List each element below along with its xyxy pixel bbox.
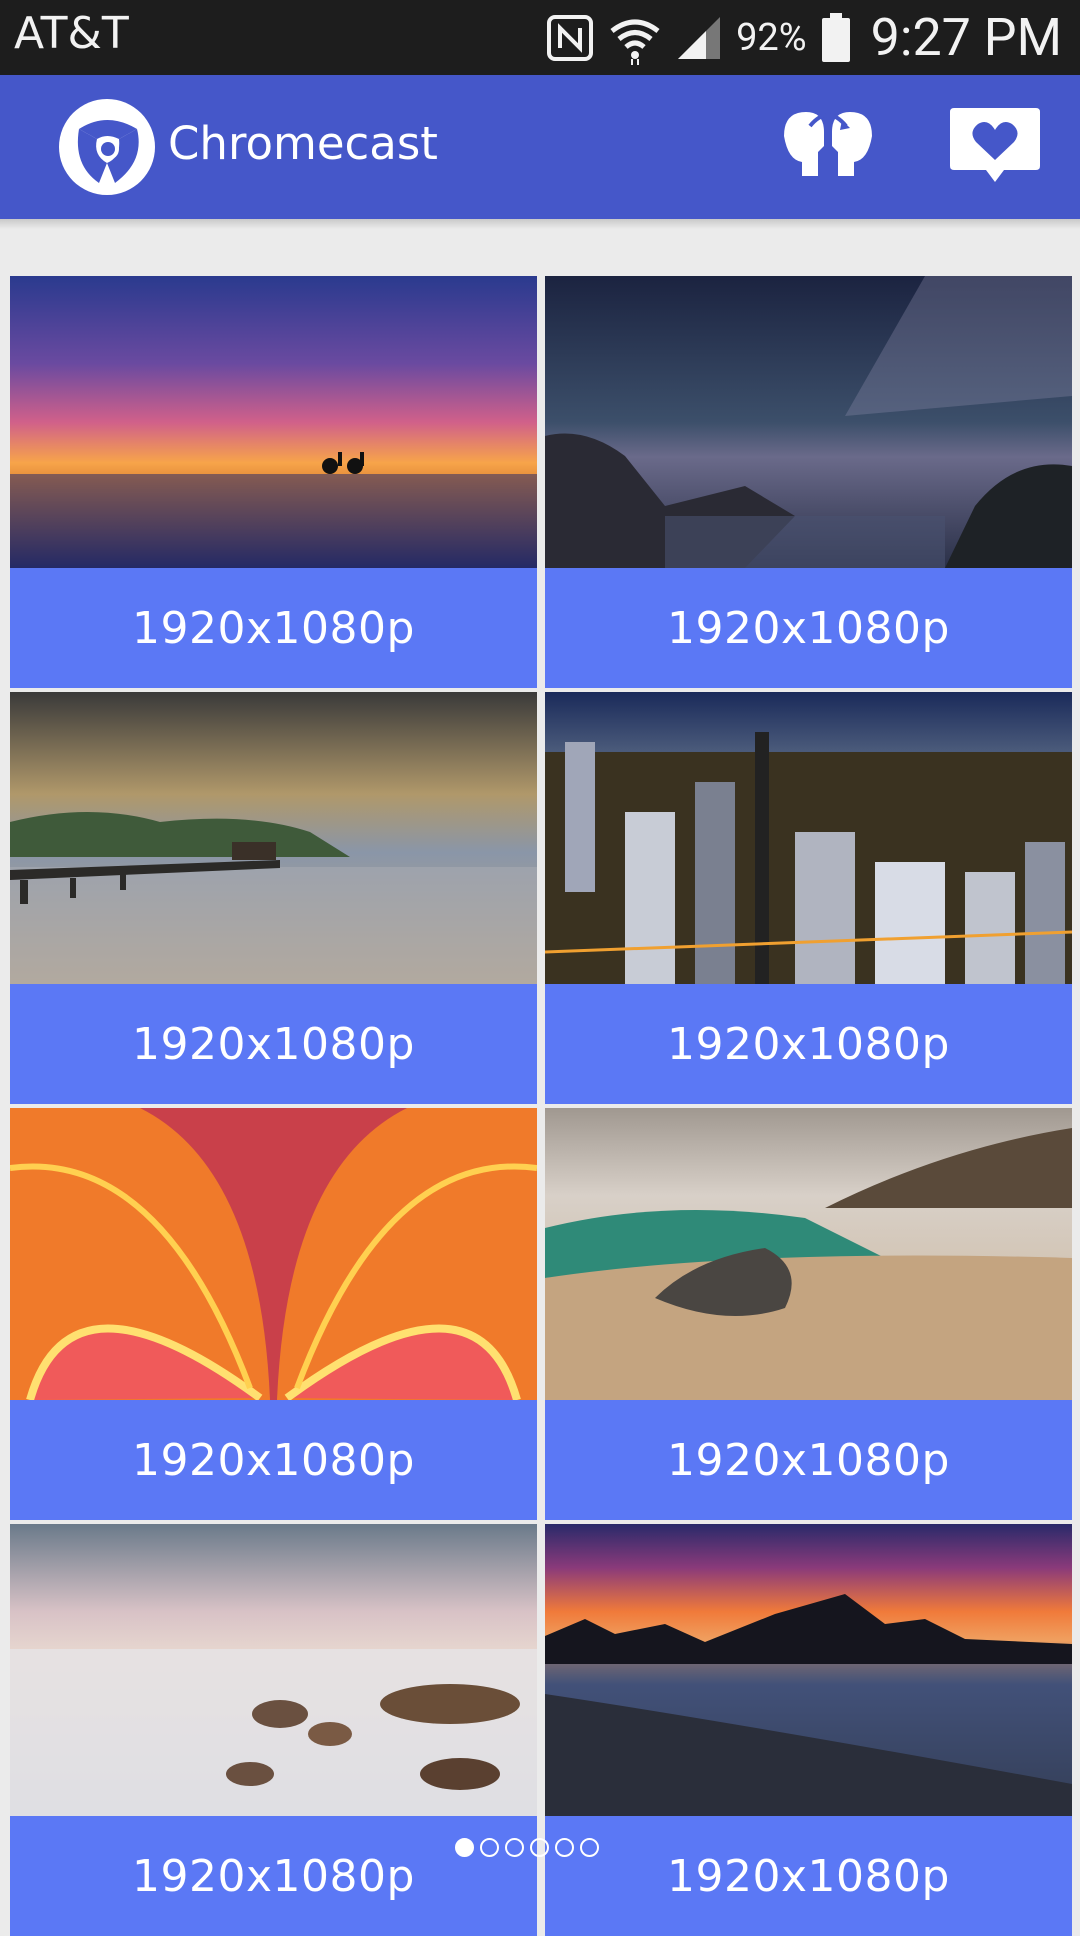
page-dot[interactable] xyxy=(555,1838,574,1857)
wallpaper-thumbnail xyxy=(10,1524,537,1816)
wallpaper-card[interactable]: 1920x1080p xyxy=(10,692,537,1104)
wallpaper-card[interactable]: 1920x1080p xyxy=(545,276,1072,688)
resolution-label: 1920x1080p xyxy=(132,1850,415,1902)
page-dot[interactable] xyxy=(480,1838,499,1857)
wallpaper-card[interactable]: 1920x1080p xyxy=(545,1108,1072,1520)
battery-percent: 92% xyxy=(736,15,807,60)
wallpaper-thumbnail xyxy=(10,276,537,568)
resolution-label: 1920x1080p xyxy=(132,602,415,654)
battery-icon xyxy=(821,12,850,62)
page-dot[interactable] xyxy=(455,1838,474,1857)
wifi-icon xyxy=(610,19,660,65)
chromecast-logo-icon xyxy=(59,99,155,195)
wallpaper-card[interactable]: 1920x1080p xyxy=(545,692,1072,1104)
wallpaper-thumbnail xyxy=(545,1524,1072,1816)
resolution-label: 1920x1080p xyxy=(667,1018,950,1070)
app-bar-shadow xyxy=(0,219,1080,229)
status-bar: AT&T 92% 9:27 PM xyxy=(0,0,1080,75)
resolution-label: 1920x1080p xyxy=(667,1850,950,1902)
wallpaper-thumbnail xyxy=(545,692,1072,984)
favorites-button[interactable] xyxy=(945,101,1045,191)
page-dot[interactable] xyxy=(530,1838,549,1857)
cell-signal-icon xyxy=(678,16,721,59)
app-title: Chromecast xyxy=(168,117,438,170)
page-indicator xyxy=(455,1838,599,1857)
page-dot[interactable] xyxy=(580,1838,599,1857)
clock: 9:27 PM xyxy=(870,7,1062,68)
nfc-icon xyxy=(547,14,594,61)
wallpaper-card[interactable]: 1920x1080p xyxy=(545,1524,1072,1936)
wallpaper-thumbnail xyxy=(545,276,1072,568)
resolution-label: 1920x1080p xyxy=(132,1018,415,1070)
wallpaper-thumbnail xyxy=(10,692,537,984)
heart-message-icon xyxy=(950,108,1040,182)
wallpaper-card[interactable]: 1920x1080p xyxy=(10,276,537,688)
wallpaper-thumbnail xyxy=(545,1108,1072,1400)
page-dot[interactable] xyxy=(505,1838,524,1857)
resolution-label: 1920x1080p xyxy=(667,602,950,654)
face-swap-icon xyxy=(784,112,872,176)
face-swap-button[interactable] xyxy=(778,101,878,191)
wallpaper-thumbnail xyxy=(10,1108,537,1400)
app-bar: Chromecast xyxy=(0,75,1080,219)
carrier-label: AT&T xyxy=(14,8,129,59)
wallpaper-card[interactable]: 1920x1080p xyxy=(10,1108,537,1520)
wallpaper-card[interactable]: 1920x1080p xyxy=(10,1524,537,1936)
resolution-label: 1920x1080p xyxy=(132,1434,415,1486)
status-icons: 92% 9:27 PM xyxy=(546,0,1062,75)
resolution-label: 1920x1080p xyxy=(667,1434,950,1486)
wallpaper-grid: 1920x1080p 1920x1080p 1920x1080p 1920x10… xyxy=(10,276,1072,1936)
